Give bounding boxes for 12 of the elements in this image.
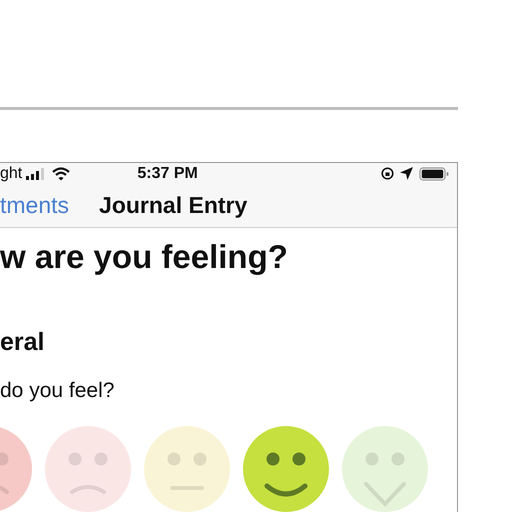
question-text: do you feel? [0, 379, 116, 403]
wifi-icon [52, 166, 70, 181]
signal-icon [26, 168, 46, 180]
battery-icon [419, 166, 449, 181]
clock-time: 5:37 PM [137, 164, 198, 183]
screen-title: Journal Entry [99, 192, 248, 220]
location-arrow-icon [400, 167, 413, 180]
mood-face-button[interactable] [243, 426, 329, 512]
rotation-lock-icon [381, 167, 394, 180]
carrier-name: ght [0, 164, 22, 183]
section-title: eral [0, 328, 46, 357]
back-link[interactable]: tments [0, 192, 70, 220]
